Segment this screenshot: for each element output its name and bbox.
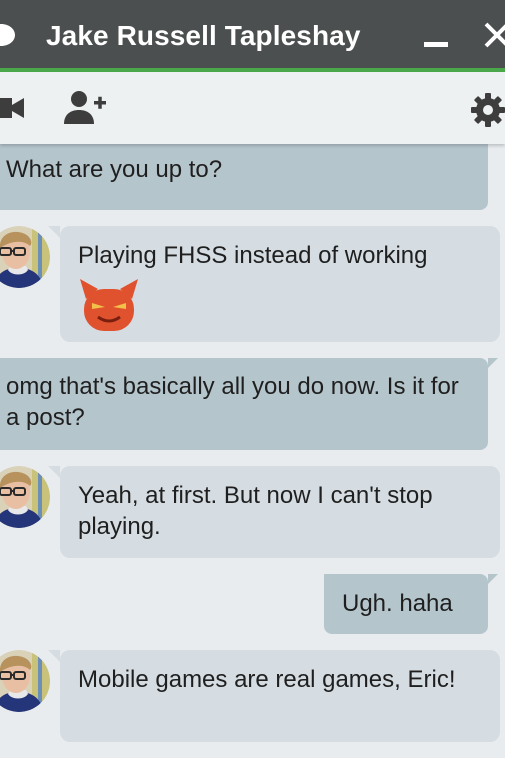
minimize-icon[interactable]: [424, 42, 448, 47]
avatar: [0, 226, 50, 288]
incoming-message: Yeah, at first. But now I can't stop pla…: [48, 466, 500, 558]
close-icon[interactable]: [482, 20, 505, 50]
smiling-devil-emoji: [80, 279, 138, 331]
outgoing-message: omg that's basically all you do now. Is …: [0, 358, 498, 450]
message-text: Mobile games are real games, Eric!: [78, 666, 456, 693]
message-text: Playing FHSS instead of working: [78, 242, 428, 269]
add-person-icon[interactable]: [64, 90, 106, 124]
chat-bubble-icon: [0, 24, 15, 46]
incoming-message: Mobile games are real games, Eric!: [48, 650, 500, 742]
chat-toolbar: [0, 72, 505, 144]
incoming-message: Playing FHSS instead of working: [48, 226, 500, 342]
outgoing-message: What are you up to?: [0, 144, 488, 210]
gear-icon[interactable]: [470, 92, 505, 128]
contact-name-title: Jake Russell Tapleshay: [46, 20, 361, 51]
message-text: Ugh. haha: [342, 590, 453, 617]
outgoing-message: Ugh. haha: [324, 574, 498, 634]
avatar: [0, 466, 50, 528]
message-list[interactable]: What are you up to? Playing FHSS instead…: [0, 144, 505, 758]
message-text: omg that's basically all you do now. Is …: [6, 373, 459, 431]
chat-title-bar: Jake Russell Tapleshay: [0, 0, 505, 72]
video-camera-icon[interactable]: [0, 96, 26, 120]
avatar: [0, 650, 50, 712]
message-text: What are you up to?: [6, 156, 223, 183]
message-text: Yeah, at first. But now I can't stop pla…: [78, 482, 433, 540]
